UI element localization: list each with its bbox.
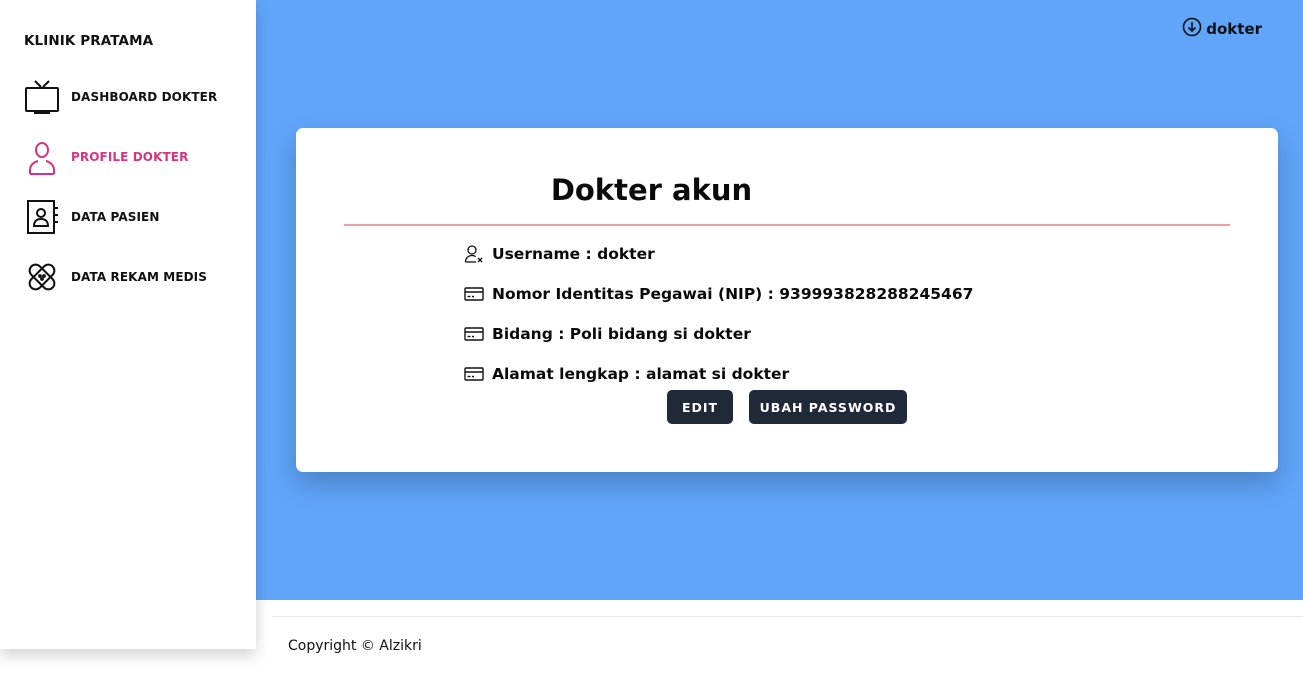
bandage-icon <box>24 259 60 295</box>
info-bidang: Bidang : Poli bidang si dokter <box>464 324 751 344</box>
footer-divider <box>272 616 1303 617</box>
contact-book-icon <box>24 199 60 235</box>
info-text: Bidang : Poli bidang si dokter <box>492 325 751 343</box>
info-nip: Nomor Identitas Pegawai (NIP) : 93999382… <box>464 284 973 304</box>
info-alamat: Alamat lengkap : alamat si dokter <box>464 364 789 384</box>
credit-card-icon <box>464 324 484 344</box>
user-x-icon <box>464 244 484 264</box>
edit-button[interactable]: EDIT <box>667 390 733 424</box>
arrow-down-circle-icon <box>1182 17 1202 41</box>
sidebar-item-profile-dokter[interactable]: PROFILE DOKTER <box>24 137 188 177</box>
change-password-button[interactable]: UBAH PASSWORD <box>749 390 907 424</box>
info-username: Username : dokter <box>464 244 655 264</box>
info-text: Alamat lengkap : alamat si dokter <box>492 365 790 383</box>
info-text: Username : dokter <box>492 245 655 263</box>
sidebar-item-label: DASHBOARD DOKTER <box>71 90 218 104</box>
user-menu[interactable]: dokter <box>1182 17 1262 41</box>
sidebar: KLINIK PRATAMA DASHBOARD DOKTER PROFILE … <box>0 0 256 649</box>
title-divider <box>344 224 1230 226</box>
sidebar-item-label: DATA PASIEN <box>71 210 160 224</box>
sidebar-item-label: DATA REKAM MEDIS <box>71 270 207 284</box>
sidebar-item-data-rekam-medis[interactable]: DATA REKAM MEDIS <box>24 257 207 297</box>
credit-card-icon <box>464 284 484 304</box>
credit-card-icon <box>464 364 484 384</box>
sidebar-item-label: PROFILE DOKTER <box>71 150 189 164</box>
user-icon <box>24 139 60 175</box>
sidebar-item-dashboard-dokter[interactable]: DASHBOARD DOKTER <box>24 77 217 117</box>
info-text: Nomor Identitas Pegawai (NIP) : 93999382… <box>492 285 974 303</box>
tv-icon <box>24 79 60 115</box>
user-name: dokter <box>1206 20 1262 38</box>
brand-title: KLINIK PRATAMA <box>24 33 154 49</box>
sidebar-item-data-pasien[interactable]: DATA PASIEN <box>24 197 159 237</box>
footer-copyright: Copyright © Alzikri <box>288 638 422 654</box>
